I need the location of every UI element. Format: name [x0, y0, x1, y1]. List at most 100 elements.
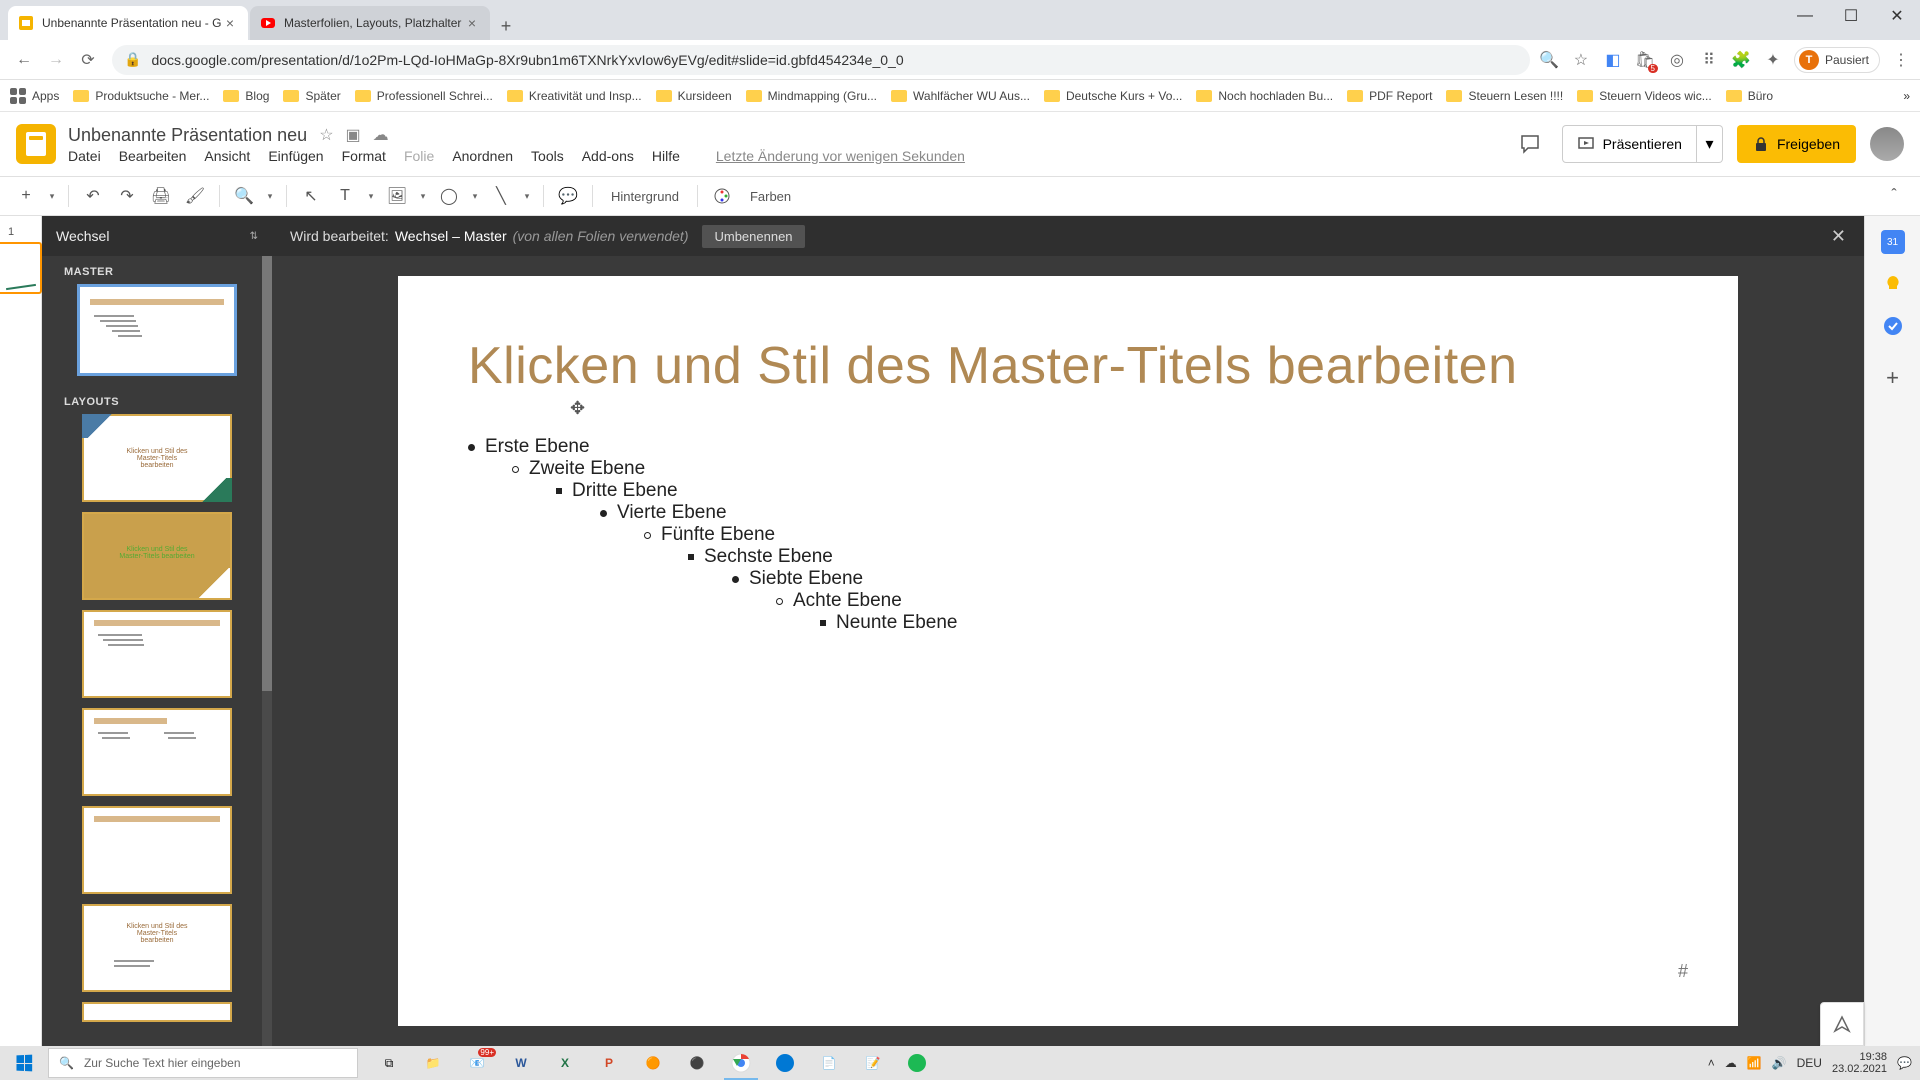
shape-tool[interactable]: ◯: [435, 182, 463, 210]
account-avatar[interactable]: [1870, 127, 1904, 161]
explore-button[interactable]: [1820, 1002, 1864, 1046]
bookmark-item[interactable]: Steuern Videos wic...: [1577, 89, 1712, 103]
url-field[interactable]: 🔒 docs.google.com/presentation/d/1o2Pm-L…: [112, 45, 1530, 75]
rename-button[interactable]: Umbenennen: [702, 225, 804, 248]
taskbar-search[interactable]: 🔍 Zur Suche Text hier eingeben: [48, 1048, 358, 1078]
wifi-icon[interactable]: 📶: [1747, 1056, 1762, 1070]
layout-thumbnail[interactable]: Klicken und Stil desMaster-Titelsbearbei…: [82, 414, 232, 502]
file-explorer-icon[interactable]: 📁: [412, 1046, 454, 1080]
panel-scrollbar[interactable]: [262, 256, 272, 1046]
document-title[interactable]: Unbenannte Präsentation neu: [68, 125, 307, 146]
bookmark-item[interactable]: Wahlfächer WU Aus...: [891, 89, 1030, 103]
spotify-icon[interactable]: [896, 1046, 938, 1080]
keep-addon-icon[interactable]: [1881, 272, 1905, 296]
extensions-menu-icon[interactable]: 🧩: [1730, 49, 1752, 71]
app-icon[interactable]: 📄: [808, 1046, 850, 1080]
colors-button[interactable]: Farben: [742, 189, 799, 204]
shape-dropdown[interactable]: ▾: [469, 191, 481, 202]
edge-icon[interactable]: [764, 1046, 806, 1080]
tray-overflow-icon[interactable]: ˄: [1708, 1056, 1715, 1070]
extension-icon[interactable]: 🛍5: [1634, 49, 1656, 71]
collapse-toolbar-button[interactable]: ˆ: [1880, 182, 1908, 210]
comment-tool[interactable]: 💬: [554, 182, 582, 210]
apps-shortcut[interactable]: Apps: [10, 88, 59, 104]
onedrive-icon[interactable]: ☁: [1725, 1056, 1737, 1070]
new-tab-button[interactable]: +: [492, 12, 520, 40]
slide-canvas[interactable]: Klicken und Stil des Master-Titels bearb…: [398, 276, 1738, 1026]
reload-button[interactable]: ⟳: [72, 44, 104, 76]
last-edit-link[interactable]: Letzte Änderung vor wenigen Sekunden: [716, 148, 965, 164]
print-button[interactable]: 🖨: [147, 182, 175, 210]
close-editor-button[interactable]: ✕: [1831, 226, 1846, 247]
layout-thumbnail[interactable]: [82, 610, 232, 698]
bookmark-item[interactable]: Kursideen: [656, 89, 732, 103]
layout-thumbnail[interactable]: [82, 708, 232, 796]
start-button[interactable]: [0, 1046, 48, 1080]
bookmark-item[interactable]: Produktsuche - Mer...: [73, 89, 209, 103]
present-button[interactable]: Präsentieren: [1562, 125, 1697, 163]
extension-icon[interactable]: ◧: [1602, 49, 1624, 71]
redo-button[interactable]: ↷: [113, 182, 141, 210]
back-button[interactable]: ←: [8, 44, 40, 76]
image-tool[interactable]: 🖼: [383, 182, 411, 210]
layout-thumbnail[interactable]: [82, 1002, 232, 1022]
bookmark-item[interactable]: PDF Report: [1347, 89, 1432, 103]
undo-button[interactable]: ↶: [79, 182, 107, 210]
tasks-addon-icon[interactable]: [1881, 314, 1905, 338]
line-dropdown[interactable]: ▾: [521, 191, 533, 202]
notepad-icon[interactable]: 📝: [852, 1046, 894, 1080]
bookmark-item[interactable]: Mindmapping (Gru...: [746, 89, 877, 103]
bookmark-item[interactable]: Kreativität und Insp...: [507, 89, 642, 103]
textbox-dropdown[interactable]: ▾: [365, 191, 377, 202]
menu-arrange[interactable]: Anordnen: [452, 148, 513, 164]
language-indicator[interactable]: DEU: [1797, 1056, 1822, 1070]
menu-format[interactable]: Format: [342, 148, 386, 164]
extension-icon[interactable]: ◎: [1666, 49, 1688, 71]
slides-logo[interactable]: [16, 124, 56, 164]
star-icon[interactable]: ☆: [1570, 49, 1592, 71]
chrome-icon[interactable]: [720, 1046, 762, 1080]
share-button[interactable]: Freigeben: [1737, 125, 1856, 163]
star-icon[interactable]: ☆: [319, 125, 333, 145]
menu-view[interactable]: Ansicht: [204, 148, 250, 164]
bookmark-item[interactable]: Blog: [223, 89, 269, 103]
mail-icon[interactable]: 📧99+: [456, 1046, 498, 1080]
browser-tab-active[interactable]: Unbenannte Präsentation neu - G ×: [8, 6, 248, 40]
body-text-placeholder[interactable]: Erste Ebene Zweite Ebene Dritte Ebene Vi…: [468, 436, 1668, 634]
layout-thumbnail[interactable]: Klicken und Stil desMaster-Titels bearbe…: [82, 512, 232, 600]
zoom-icon[interactable]: 🔍: [1538, 49, 1560, 71]
comments-button[interactable]: [1512, 126, 1548, 162]
bookmark-item[interactable]: Deutsche Kurs + Vo...: [1044, 89, 1182, 103]
bookmark-item[interactable]: Noch hochladen Bu...: [1196, 89, 1333, 103]
master-title-placeholder[interactable]: Klicken und Stil des Master-Titels bearb…: [468, 336, 1668, 396]
add-addon-button[interactable]: +: [1881, 366, 1905, 390]
extension-icon[interactable]: ⠿: [1698, 49, 1720, 71]
zoom-dropdown[interactable]: ▾: [264, 191, 276, 202]
notifications-icon[interactable]: 💬: [1897, 1056, 1912, 1070]
filmstrip-slide[interactable]: [0, 242, 42, 294]
calendar-addon-icon[interactable]: 31: [1881, 230, 1905, 254]
app-icon[interactable]: 🟠: [632, 1046, 674, 1080]
slide-number-placeholder[interactable]: #: [1678, 961, 1688, 982]
menu-insert[interactable]: Einfügen: [268, 148, 323, 164]
layout-thumbnail[interactable]: Klicken und Stil desMaster-Titelsbearbei…: [82, 904, 232, 992]
maximize-button[interactable]: ☐: [1828, 0, 1874, 32]
taskbar-clock[interactable]: 19:38 23.02.2021: [1832, 1051, 1887, 1075]
bookmark-item[interactable]: Professionell Schrei...: [355, 89, 493, 103]
theme-selector[interactable]: Wechsel ⇅: [42, 216, 272, 256]
line-tool[interactable]: ╲: [487, 182, 515, 210]
browser-tab-inactive[interactable]: Masterfolien, Layouts, Platzhalter ×: [250, 6, 490, 40]
bookmarks-overflow[interactable]: »: [1903, 89, 1910, 103]
master-thumbnail[interactable]: [77, 284, 237, 376]
menu-file[interactable]: Datei: [68, 148, 101, 164]
move-icon[interactable]: ▣: [346, 125, 361, 145]
close-icon[interactable]: ×: [222, 15, 238, 31]
forward-button[interactable]: →: [40, 44, 72, 76]
menu-edit[interactable]: Bearbeiten: [119, 148, 187, 164]
close-icon[interactable]: ×: [464, 15, 480, 31]
menu-help[interactable]: Hilfe: [652, 148, 680, 164]
bookmark-item[interactable]: Steuern Lesen !!!!: [1446, 89, 1563, 103]
paint-format-button[interactable]: 🖌: [181, 182, 209, 210]
menu-tools[interactable]: Tools: [531, 148, 564, 164]
profile-paused[interactable]: T Pausiert: [1794, 47, 1880, 73]
